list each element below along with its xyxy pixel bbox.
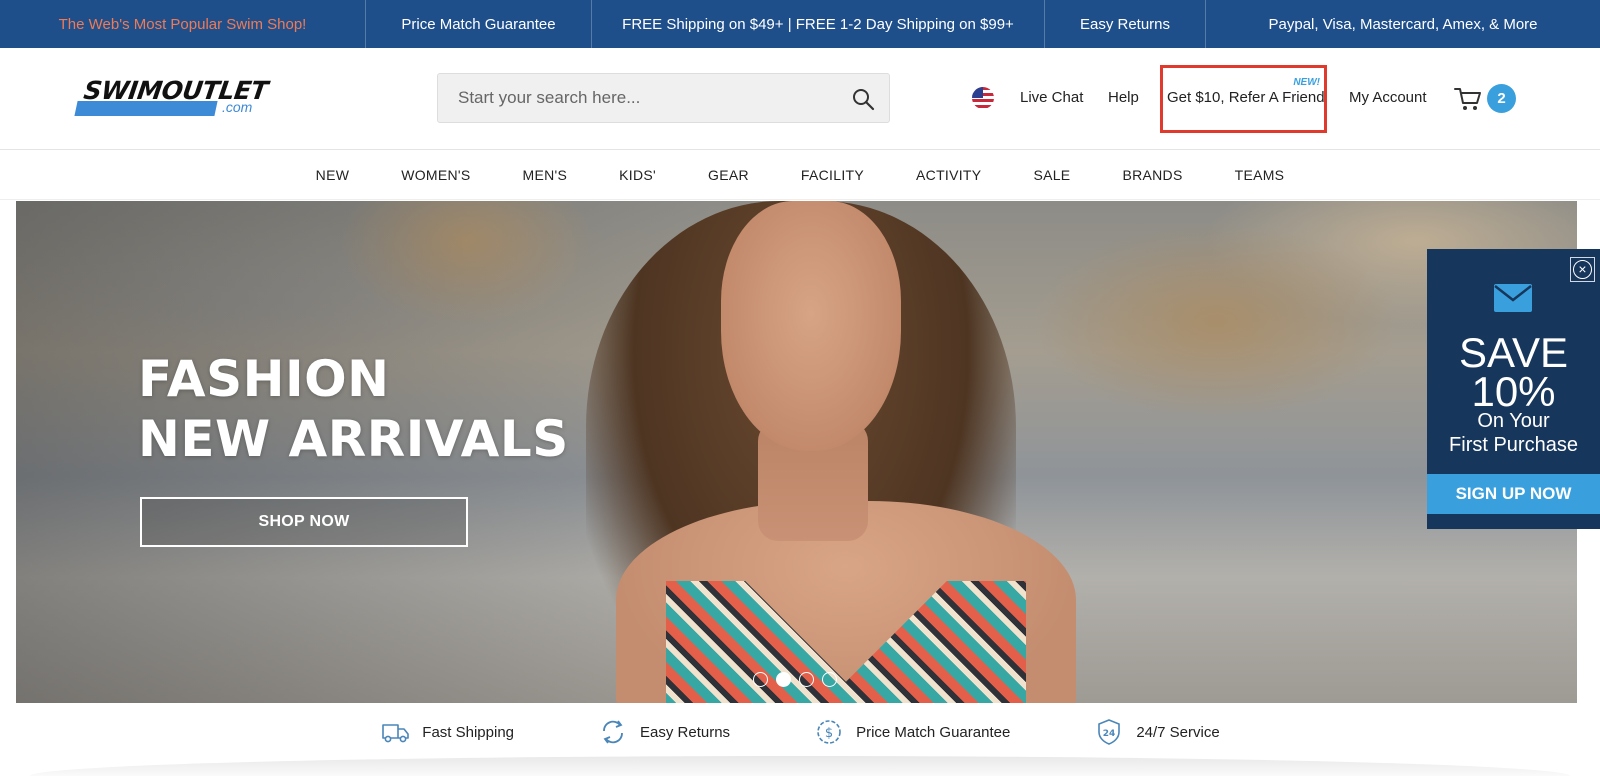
promo-easy-returns[interactable]: Easy Returns [1045, 0, 1206, 48]
feature-fast-shipping: Fast Shipping [380, 717, 514, 747]
us-flag-icon[interactable] [972, 87, 994, 109]
svg-text:$: $ [825, 726, 833, 741]
dollar-badge-icon: $ [817, 720, 841, 744]
main-nav: NEW WOMEN'S MEN'S KIDS' GEAR FACILITY AC… [0, 150, 1600, 200]
cart-count-badge[interactable]: 2 [1487, 84, 1516, 113]
nav-item-kids[interactable]: KIDS' [593, 167, 682, 183]
sign-up-now-button[interactable]: SIGN UP NOW [1427, 474, 1600, 514]
live-chat-link[interactable]: Live Chat [1020, 89, 1083, 106]
feature-label: 24/7 Service [1136, 723, 1220, 741]
shop-now-button[interactable]: SHOP NOW [140, 497, 468, 547]
feature-label: Price Match Guarantee [856, 723, 1011, 741]
search-input[interactable] [438, 74, 838, 122]
nav-item-facility[interactable]: FACILITY [775, 167, 890, 183]
popup-close-button[interactable]: × [1570, 257, 1595, 282]
cart-icon[interactable] [1454, 86, 1482, 112]
promo-tagline[interactable]: The Web's Most Popular Swim Shop! [0, 0, 366, 48]
nav-item-womens[interactable]: WOMEN'S [375, 167, 496, 183]
popup-line-1: On Your [1477, 410, 1550, 432]
swimoutlet-logo[interactable]: SWIMOUTLET .com [74, 76, 272, 122]
logo-suffix: .com [222, 99, 253, 115]
feature-label: Fast Shipping [422, 723, 515, 741]
page: The Web's Most Popular Swim Shop! Price … [0, 0, 1600, 776]
popup-line-2: First Purchase [1449, 434, 1578, 456]
nav-item-gear[interactable]: GEAR [682, 167, 775, 183]
feature-24-7-service: 24 24/7 Service [1094, 717, 1220, 747]
hero-title-line-1: FASHION [138, 350, 390, 408]
content-shadow [30, 756, 1570, 776]
carousel-dot-4[interactable] [822, 672, 837, 687]
flag-canton [972, 87, 983, 98]
feature-strip: Fast Shipping Easy Returns $ Price Match… [0, 708, 1600, 756]
promo-price-match[interactable]: Price Match Guarantee [366, 0, 592, 48]
truck-icon [382, 724, 410, 743]
nav-item-brands[interactable]: BRANDS [1096, 167, 1208, 183]
hero-model-face [721, 201, 901, 451]
refer-a-friend-link[interactable]: Get $10, Refer A Friend [1167, 89, 1325, 106]
popup-percent: 10% [1471, 368, 1556, 415]
hero-heading: FASHION NEW ARRIVALS [138, 349, 569, 469]
promo-bar: The Web's Most Popular Swim Shop! Price … [0, 0, 1600, 48]
promo-free-shipping[interactable]: FREE Shipping on $49+ | FREE 1-2 Day Shi… [592, 0, 1045, 48]
feature-label: Easy Returns [640, 723, 731, 741]
search-icon[interactable] [851, 87, 875, 111]
help-link[interactable]: Help [1108, 89, 1139, 106]
promo-payment-methods[interactable]: Paypal, Visa, Mastercard, Amex, & More [1206, 0, 1600, 48]
search-bar [437, 73, 890, 123]
carousel-dots [753, 672, 837, 687]
returns-icon [603, 720, 623, 744]
new-badge: NEW! [1293, 77, 1320, 88]
feature-price-match: $ Price Match Guarantee [814, 717, 1010, 747]
nav-item-activity[interactable]: ACTIVITY [890, 167, 1007, 183]
nav-item-teams[interactable]: TEAMS [1209, 167, 1311, 183]
signup-popup: × SAVE 10% On Your First Purchase SIGN U… [1427, 249, 1600, 529]
svg-text:24: 24 [1103, 729, 1116, 739]
carousel-dot-1[interactable] [753, 672, 768, 687]
envelope-icon [1494, 284, 1532, 312]
nav-item-mens[interactable]: MEN'S [497, 167, 594, 183]
nav-item-new[interactable]: NEW [290, 167, 376, 183]
hero-banner[interactable]: FASHION NEW ARRIVALS SHOP NOW [16, 201, 1577, 703]
carousel-dot-3[interactable] [799, 672, 814, 687]
feature-easy-returns: Easy Returns [598, 717, 730, 747]
carousel-dot-2[interactable] [776, 672, 791, 687]
24-shield-icon: 24 [1098, 719, 1121, 745]
nav-item-sale[interactable]: SALE [1007, 167, 1096, 183]
close-icon: × [1573, 260, 1592, 279]
hero-title-line-2: NEW ARRIVALS [138, 410, 569, 468]
refer-a-friend-highlight[interactable]: NEW! Get $10, Refer A Friend [1160, 65, 1327, 133]
site-header: SWIMOUTLET .com Live Chat Help NEW! Get … [0, 48, 1600, 150]
my-account-link[interactable]: My Account [1349, 89, 1427, 106]
